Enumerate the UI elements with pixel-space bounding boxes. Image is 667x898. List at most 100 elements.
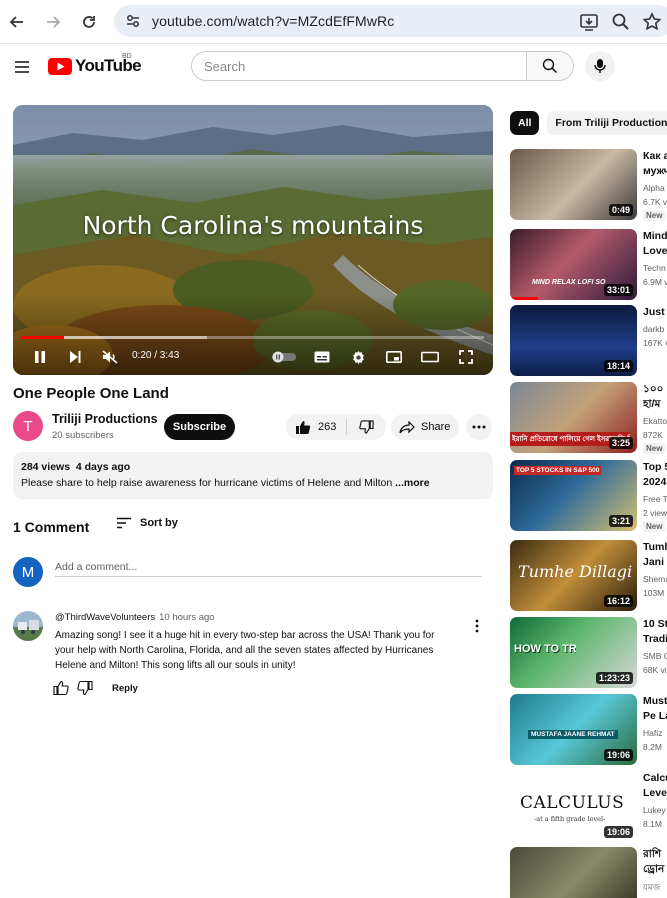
recommended-video-title-line2[interactable]: Love — [643, 244, 667, 259]
fullscreen-button[interactable] — [455, 348, 477, 366]
recommended-view-count: 8.1M — [643, 819, 662, 829]
recommended-channel-name[interactable]: Hafiz — [643, 728, 667, 738]
recommended-view-count: 6.9M v — [643, 277, 667, 287]
recommended-video[interactable]: 0:49 Как а мужч Alpha 6.7K v New — [510, 149, 667, 221]
mute-button[interactable] — [99, 348, 121, 366]
recommended-video[interactable]: MUSTAFA JAANE REHMAT 19:06 MustPe La Hafiz 8… — [510, 694, 667, 766]
recommended-video[interactable]: MIND RELAX LOFI SO 33:01 Mind Love Techn 6.9M… — [510, 229, 667, 301]
comment-reply-button[interactable]: Reply — [112, 683, 138, 694]
hamburger-menu-icon[interactable] — [12, 57, 32, 77]
recommended-video-title[interactable]: Must — [643, 694, 667, 709]
recommended-video-title[interactable]: Top 5 — [643, 460, 667, 475]
video-thumbnail[interactable]: 18:14 — [510, 305, 637, 376]
comment-menu-button[interactable] — [470, 618, 484, 634]
video-thumbnail[interactable]: ইরানি প্রতিরোধে পালিয়ে গেল ইসরায়েলি বি… — [510, 382, 637, 453]
thumbnail-text: TOP 5 STOCKS IN S&P 500 — [514, 466, 602, 475]
video-thumbnail[interactable]: HOW TO TRADE FOR A LIVING 1:23:23 — [510, 617, 637, 688]
recommended-channel-name[interactable]: Lukey — [643, 805, 667, 815]
add-comment-input[interactable] — [55, 557, 482, 577]
recommended-channel-name[interactable]: Ekatto — [643, 416, 667, 426]
voice-search-button[interactable] — [585, 51, 615, 81]
show-more-link[interactable]: ...more — [392, 477, 429, 489]
recommended-video-title-line2[interactable]: 2024 — [643, 475, 667, 490]
subtitles-button[interactable] — [311, 348, 333, 366]
recommended-video-title[interactable]: Tumh — [643, 540, 667, 555]
recommended-channel-name[interactable]: Techn — [643, 263, 667, 273]
comment-text: Amazing song! I see it a huge hit in eve… — [55, 630, 435, 671]
subscriber-count: 20 subscribers — [52, 430, 114, 441]
recommended-video-title-line2[interactable]: мужч — [643, 164, 667, 179]
recommended-video-title[interactable]: ১০০ — [643, 382, 667, 397]
video-thumbnail[interactable]: 0:49 — [510, 149, 637, 220]
recommended-video-title-line2[interactable]: হা/ম — [643, 397, 667, 412]
recommended-video-title[interactable]: 10 St — [643, 617, 667, 632]
recommended-video[interactable]: HOW TO TRADE FOR A LIVING 1:23:23 10 StTra… — [510, 617, 667, 689]
video-thumbnail[interactable]: MIND RELAX LOFI SO 33:01 — [510, 229, 637, 300]
url-text[interactable]: youtube.com/watch?v=MZcdEfFMwRc — [152, 13, 394, 29]
next-button[interactable] — [64, 348, 86, 366]
description-box[interactable]: 284 views 4 days ago Please share to hel… — [13, 452, 493, 499]
recommended-video[interactable]: রাশি ড্রোন যমজ — [510, 847, 667, 898]
recommended-video[interactable]: Tumhe Dillagi 16:12 TumhJani Shema 103M — [510, 540, 667, 612]
share-button[interactable]: Share — [391, 414, 459, 440]
comment-time[interactable]: 10 hours ago — [159, 612, 214, 623]
channel-avatar[interactable]: T — [13, 411, 43, 441]
bookmark-star-icon[interactable] — [641, 11, 663, 33]
comments-count: 1 Comment — [13, 519, 90, 535]
comment-dislike-icon[interactable] — [77, 680, 93, 696]
search-input[interactable] — [191, 51, 527, 81]
commenter-avatar[interactable] — [13, 611, 43, 641]
video-thumbnail[interactable]: TOP 5 STOCKS IN S&P 500 3:21 — [510, 460, 637, 531]
recommended-video[interactable]: ইরানি প্রতিরোধে পালিয়ে গেল ইসরায়েলি বি… — [510, 382, 667, 454]
recommended-channel-name[interactable]: যমজ — [643, 881, 667, 895]
recommended-video-title[interactable]: Just — [643, 305, 667, 320]
dislike-button[interactable] — [347, 414, 386, 440]
reload-icon[interactable] — [75, 8, 103, 36]
progress-bar[interactable] — [22, 336, 484, 339]
subscribe-button[interactable]: Subscribe — [164, 414, 235, 440]
recommended-video[interactable]: TOP 5 STOCKS IN S&P 500 3:21 Top 52024 Free… — [510, 460, 667, 532]
zoom-icon[interactable] — [610, 11, 632, 33]
forward-icon[interactable] — [39, 8, 67, 36]
recommended-video[interactable]: 18:14 Just darkb 167K v — [510, 305, 667, 377]
recommended-channel-name[interactable]: SMB C — [643, 651, 667, 661]
miniplayer-button[interactable] — [383, 348, 405, 366]
settings-button[interactable] — [347, 348, 369, 366]
comment-author[interactable]: @ThirdWaveVolunteers — [55, 612, 155, 623]
recommended-video-title-line2[interactable]: Jani — [643, 555, 667, 570]
recommended-channel-name[interactable]: Free T — [643, 494, 667, 504]
recommended-video[interactable]: CALCULUS -at a fifth grade level- 19:06 Cal… — [510, 771, 667, 843]
recommended-video-title[interactable]: Mind — [643, 229, 667, 244]
recommended-video-title-line2[interactable]: Tradi — [643, 632, 667, 647]
gear-icon — [352, 350, 364, 364]
autoplay-toggle[interactable] — [271, 348, 297, 366]
sort-by-button[interactable]: Sort by — [116, 517, 178, 529]
like-button[interactable]: 263 — [286, 414, 346, 440]
recommended-video-title-line2[interactable]: ড্রোন — [643, 862, 667, 877]
pause-button[interactable] — [29, 348, 51, 366]
site-settings-icon[interactable] — [124, 12, 142, 30]
chip-all[interactable]: All — [510, 111, 540, 135]
video-thumbnail[interactable]: Tumhe Dillagi 16:12 — [510, 540, 637, 611]
recommended-video-title[interactable]: Calcu — [643, 771, 667, 786]
back-icon[interactable] — [3, 8, 31, 36]
recommended-video-title-line2[interactable]: Level — [643, 786, 667, 801]
recommended-video-title-line2[interactable]: Pe La — [643, 709, 667, 724]
video-thumbnail[interactable] — [510, 847, 637, 898]
video-player[interactable]: North Carolina's mountains 0:20 / 3:43 — [13, 105, 493, 375]
recommended-channel-name[interactable]: Alpha — [643, 183, 667, 193]
chip-from-channel[interactable]: From Triliji Productions — [547, 111, 667, 135]
video-thumbnail[interactable]: CALCULUS -at a fifth grade level- 19:06 — [510, 771, 637, 842]
theater-mode-button[interactable] — [419, 348, 441, 366]
recommended-video-title[interactable]: Как а — [643, 149, 667, 164]
more-actions-button[interactable] — [466, 414, 492, 440]
video-thumbnail[interactable]: MUSTAFA JAANE REHMAT 19:06 — [510, 694, 637, 765]
channel-name[interactable]: Triliji Productions — [52, 412, 158, 426]
search-button[interactable] — [526, 51, 574, 81]
recommended-channel-name[interactable]: Shema — [643, 574, 667, 584]
new-badge: New — [643, 443, 666, 454]
recommended-video-title[interactable]: রাশি — [643, 847, 667, 862]
comment-like-icon[interactable] — [53, 680, 69, 696]
install-app-icon[interactable] — [578, 11, 600, 33]
recommended-channel-name[interactable]: darkb — [643, 324, 667, 334]
